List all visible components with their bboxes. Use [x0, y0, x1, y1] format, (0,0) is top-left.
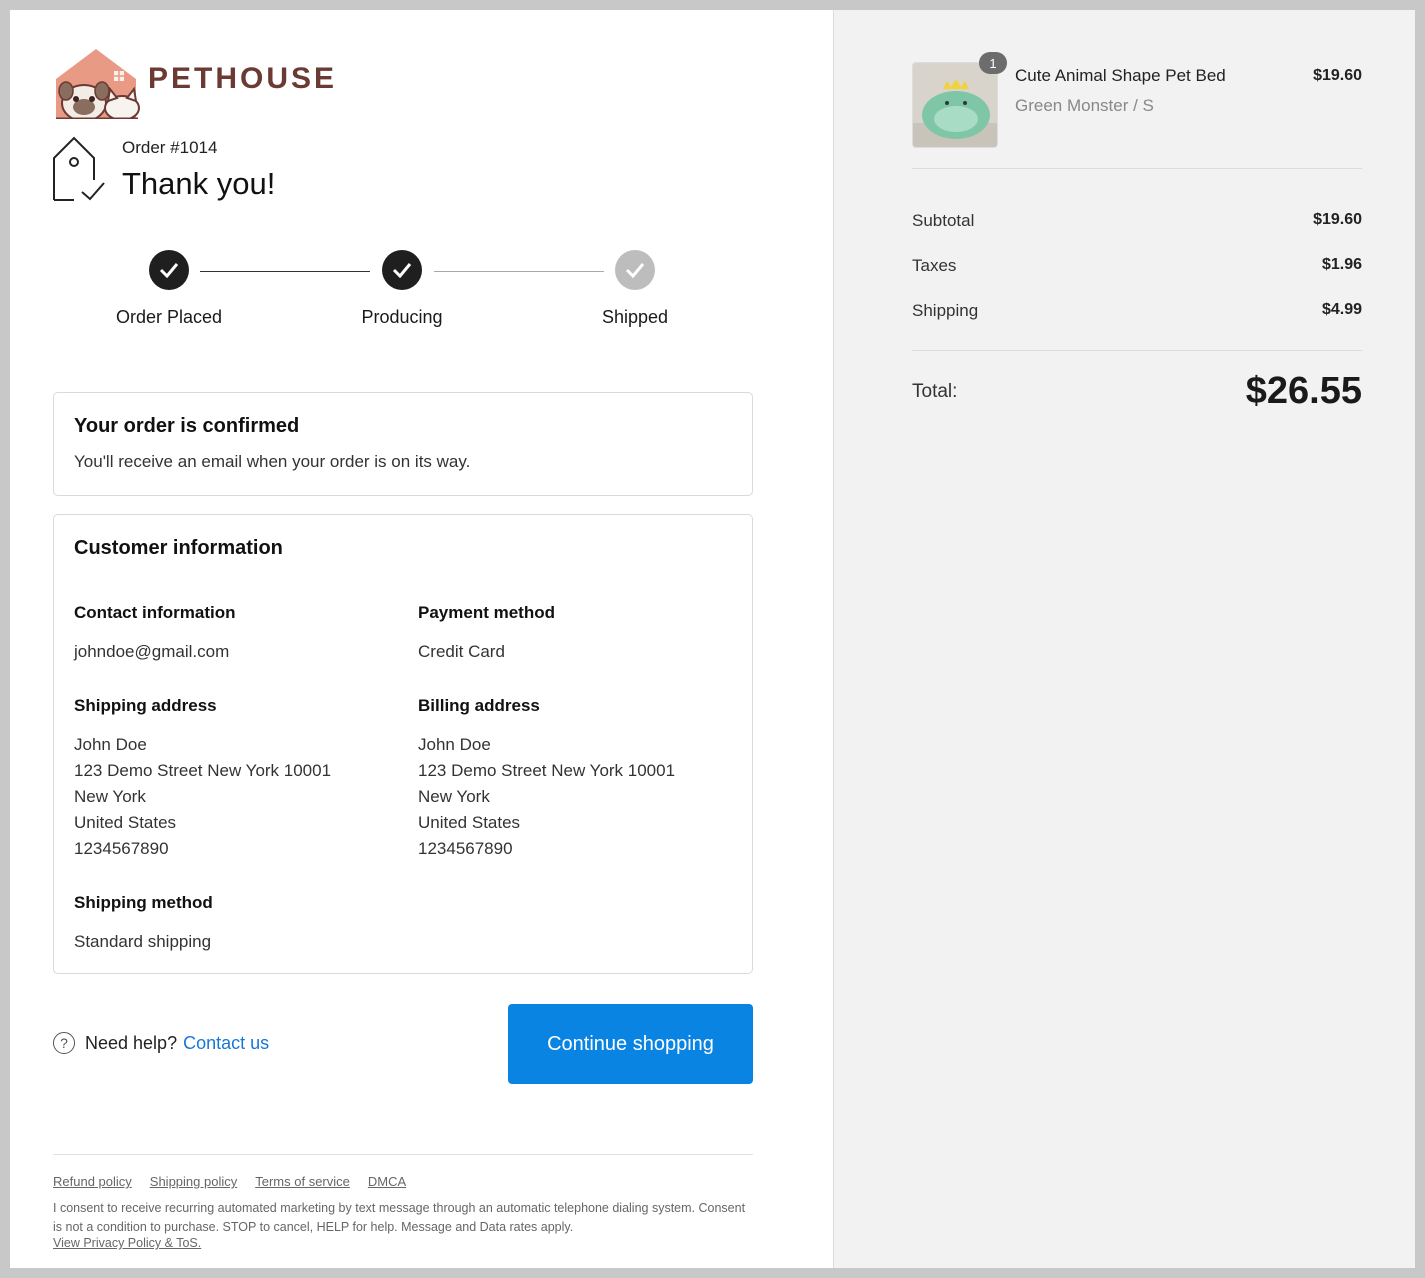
shipping-label: Shipping — [912, 301, 979, 320]
brand-name: PETHOUSE — [148, 62, 338, 95]
total-row: Total: $26.55 — [912, 370, 1362, 413]
billing-address-heading: Billing address — [418, 696, 540, 715]
pethouse-logo-icon — [56, 49, 140, 119]
shipping-value: $4.99 — [1321, 301, 1362, 318]
shipping-address: Shipping address John Doe 123 Demo Stree… — [74, 696, 394, 862]
shipping-address-heading: Shipping address — [74, 696, 217, 715]
contact-email: johndoe@gmail.com — [74, 642, 230, 661]
progress-step-label: Producing — [361, 307, 443, 327]
product-thumbnail — [912, 62, 998, 148]
taxes-row: Taxes $1.96 — [912, 256, 1362, 276]
progress-step-label: Order Placed — [115, 307, 223, 327]
product-variant: Green Monster / S — [1015, 96, 1154, 115]
shipping-policy-link[interactable]: Shipping policy — [150, 1174, 237, 1189]
shipping-method-heading: Shipping method — [74, 893, 213, 912]
subtotal-value: $19.60 — [1313, 211, 1362, 228]
dmca-link[interactable]: DMCA — [368, 1174, 406, 1189]
address-line: 123 Demo Street New York 10001 — [418, 761, 676, 780]
order-progress: Order Placed Producing Shipped — [52, 250, 752, 350]
footer-divider — [53, 1154, 753, 1155]
address-line: 1234567890 — [74, 839, 169, 858]
brand-logo[interactable]: PETHOUSE — [52, 42, 372, 122]
total-label: Total: — [912, 380, 958, 402]
address-line: 1234567890 — [418, 839, 513, 858]
address-line: United States — [418, 813, 521, 832]
check-circle-icon — [149, 250, 189, 290]
main-column: PETHOUSE Order #1014 Thank you! Order Pl… — [10, 10, 833, 1268]
confirmation-title: Your order is confirmed — [74, 415, 300, 437]
contact-us-link[interactable]: Contact us — [183, 1033, 269, 1054]
question-circle-icon: ? — [53, 1032, 75, 1054]
address-line: New York — [74, 787, 146, 806]
taxes-label: Taxes — [912, 256, 957, 275]
address-line: John Doe — [74, 735, 147, 754]
consent-text: I consent to receive recurring automated… — [53, 1201, 746, 1234]
customer-information-title: Customer information — [74, 537, 283, 559]
confirmation-box: Your order is confirmed You'll receive a… — [53, 392, 753, 496]
confirmation-text: You'll receive an email when your order … — [74, 452, 471, 471]
continue-shopping-button[interactable]: Continue shopping — [508, 1004, 753, 1084]
billing-address: Billing address John Doe 123 Demo Street… — [418, 696, 738, 862]
summary-divider — [912, 350, 1362, 351]
progress-step-producing: Producing — [312, 250, 492, 328]
check-circle-icon — [382, 250, 422, 290]
payment-heading: Payment method — [418, 603, 555, 622]
help-section: ? Need help? Contact us — [53, 1032, 269, 1054]
order-tag-check-icon — [53, 136, 105, 201]
progress-step-order-placed: Order Placed — [79, 250, 259, 328]
contact-heading: Contact information — [74, 603, 236, 622]
order-summary-sidebar: 1 Cute Animal Shape Pet Bed Green Monste… — [833, 10, 1415, 1268]
order-number: Order #1014 — [122, 138, 218, 157]
check-circle-icon — [615, 250, 655, 290]
subtotal-label: Subtotal — [912, 211, 975, 230]
page-title: Thank you! — [122, 166, 276, 201]
progress-step-label: Shipped — [601, 307, 669, 327]
payment-method: Payment method Credit Card — [418, 603, 738, 665]
address-line: New York — [418, 787, 490, 806]
address-line: United States — [74, 813, 177, 832]
order-header: Order #1014 Thank you! — [52, 134, 452, 204]
shipping-method-value: Standard shipping — [74, 932, 212, 951]
shipping-row: Shipping $4.99 — [912, 301, 1362, 321]
customer-information-box: Customer information Contact information… — [53, 514, 753, 974]
product-name: Cute Animal Shape Pet Bed — [1015, 66, 1226, 85]
contact-information: Contact information johndoe@gmail.com — [74, 603, 394, 665]
terms-of-service-link[interactable]: Terms of service — [255, 1174, 350, 1189]
product-price: $19.60 — [1313, 67, 1362, 84]
refund-policy-link[interactable]: Refund policy — [53, 1174, 132, 1189]
subtotal-row: Subtotal $19.60 — [912, 211, 1362, 231]
policy-links: Refund policy Shipping policy Terms of s… — [53, 1174, 406, 1189]
progress-step-shipped: Shipped — [545, 250, 725, 328]
help-text: Need help? — [85, 1032, 178, 1053]
total-value: $26.55 — [1245, 370, 1362, 412]
page-frame: PETHOUSE Order #1014 Thank you! Order Pl… — [10, 10, 1415, 1268]
cart-item: 1 Cute Animal Shape Pet Bed Green Monste… — [912, 52, 1362, 148]
quantity-badge: 1 — [979, 52, 1007, 74]
summary-divider — [912, 168, 1362, 169]
taxes-value: $1.96 — [1321, 256, 1362, 273]
shipping-method: Shipping method Standard shipping — [74, 893, 394, 955]
privacy-policy-link[interactable]: View Privacy Policy & ToS. — [53, 1236, 201, 1250]
payment-value: Credit Card — [418, 642, 505, 661]
address-line: 123 Demo Street New York 10001 — [74, 761, 332, 780]
address-line: John Doe — [418, 735, 491, 754]
